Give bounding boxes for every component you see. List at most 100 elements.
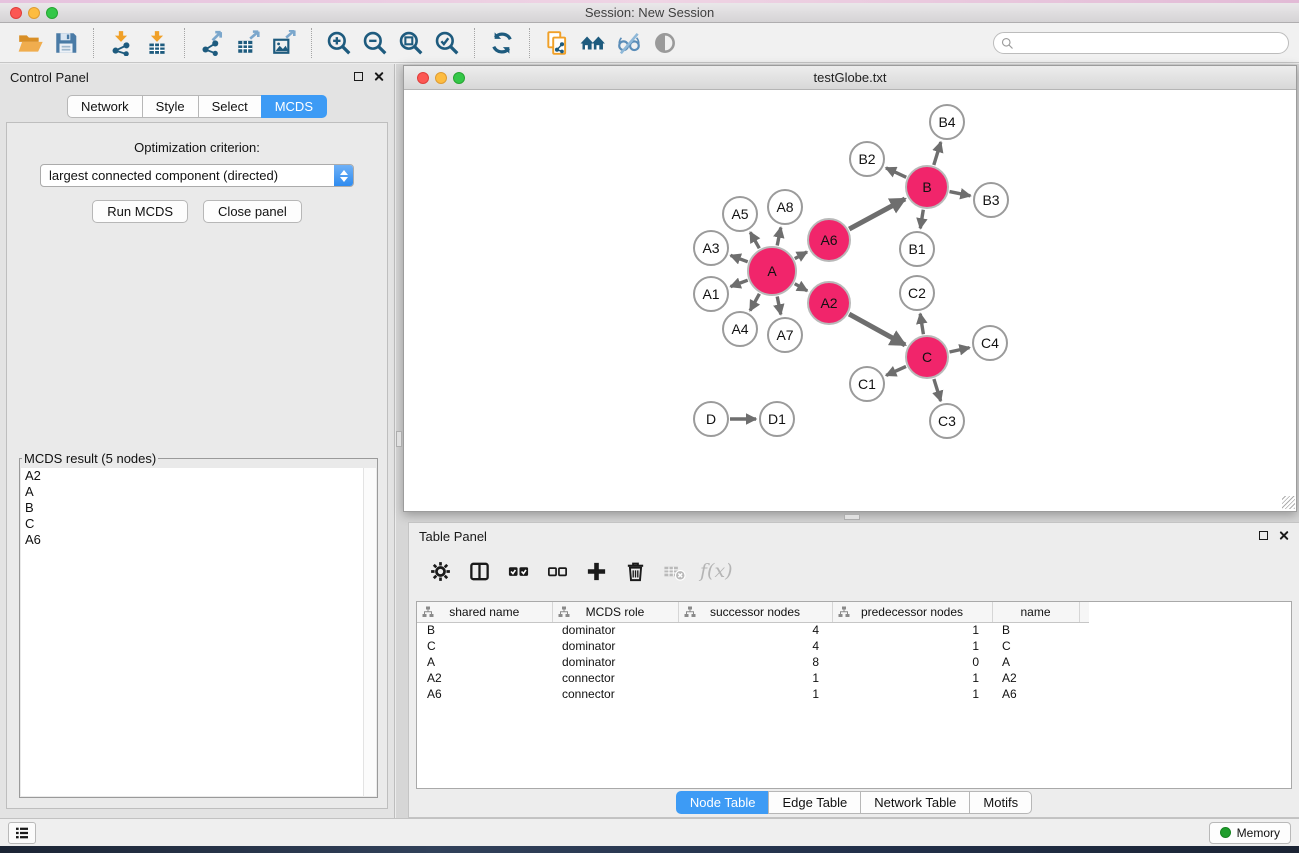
column-header-shared-name[interactable]: shared name <box>417 602 552 622</box>
birdseye-view-icon[interactable] <box>647 27 683 59</box>
graph-node-C2[interactable]: C2 <box>899 275 935 311</box>
graph-node-A8[interactable]: A8 <box>767 189 803 225</box>
result-item[interactable]: A <box>21 484 376 500</box>
table-tab-node-table[interactable]: Node Table <box>676 791 770 814</box>
graph-node-C3[interactable]: C3 <box>929 403 965 439</box>
graph-node-A5[interactable]: A5 <box>722 196 758 232</box>
table-row[interactable]: Bdominator41B <box>417 622 1089 638</box>
resize-grip[interactable] <box>1282 496 1295 509</box>
graph-node-A[interactable]: A <box>747 246 797 296</box>
graph-node-B2[interactable]: B2 <box>849 141 885 177</box>
edge-A2-C[interactable] <box>849 314 905 345</box>
zoom-out-icon[interactable] <box>357 27 393 59</box>
graph-node-A4[interactable]: A4 <box>722 311 758 347</box>
edge-A-A8[interactable] <box>777 228 781 246</box>
result-item[interactable]: B <box>21 500 376 516</box>
graph-node-D1[interactable]: D1 <box>759 401 795 437</box>
graph-node-B4[interactable]: B4 <box>929 104 965 140</box>
close-panel-icon[interactable] <box>373 71 384 82</box>
graph-node-A2[interactable]: A2 <box>807 281 851 325</box>
result-item[interactable]: A6 <box>21 532 376 548</box>
network-minimize-button[interactable] <box>435 72 447 84</box>
close-window-button[interactable] <box>10 7 22 19</box>
graph-node-C4[interactable]: C4 <box>972 325 1008 361</box>
tab-select[interactable]: Select <box>198 95 262 118</box>
result-item[interactable]: A2 <box>21 468 376 484</box>
refresh-icon[interactable] <box>484 27 520 59</box>
minimize-window-button[interactable] <box>28 7 40 19</box>
delete-row-icon[interactable] <box>618 555 652 587</box>
network-close-button[interactable] <box>417 72 429 84</box>
table-tab-motifs[interactable]: Motifs <box>969 791 1032 814</box>
zoom-fit-icon[interactable] <box>393 27 429 59</box>
search-input[interactable] <box>1015 36 1288 50</box>
edge-A-A3[interactable] <box>731 255 748 261</box>
import-network-icon[interactable] <box>103 27 139 59</box>
select-all-icon[interactable] <box>501 555 535 587</box>
edge-C-C4[interactable] <box>950 348 970 352</box>
edge-B-B4[interactable] <box>934 142 941 165</box>
deselect-all-icon[interactable] <box>540 555 574 587</box>
table-row[interactable]: Adominator80A <box>417 654 1089 670</box>
export-image-icon[interactable] <box>266 27 302 59</box>
edge-A-A5[interactable] <box>750 232 759 248</box>
run-mcds-button[interactable]: Run MCDS <box>92 200 188 223</box>
network-zoom-button[interactable] <box>453 72 465 84</box>
graph-node-A6[interactable]: A6 <box>807 218 851 262</box>
column-header-successor-nodes[interactable]: successor nodes <box>678 602 832 622</box>
memory-button[interactable]: Memory <box>1209 822 1291 844</box>
edge-A-A1[interactable] <box>731 280 748 286</box>
result-item[interactable]: C <box>21 516 376 532</box>
zoom-window-button[interactable] <box>46 7 58 19</box>
export-table-icon[interactable] <box>230 27 266 59</box>
column-header-name[interactable]: name <box>992 602 1079 622</box>
graph-node-C1[interactable]: C1 <box>849 366 885 402</box>
network-canvas[interactable]: B4B2BB3A8A5A6A3B1AC2A1A2A4A7C4CC1DD1C3 <box>404 90 1296 510</box>
export-network-icon[interactable] <box>194 27 230 59</box>
graph-node-C[interactable]: C <box>905 335 949 379</box>
zoom-selected-icon[interactable] <box>429 27 465 59</box>
edge-A-A6[interactable] <box>795 252 807 259</box>
table-close-icon[interactable] <box>1278 530 1289 541</box>
task-history-button[interactable] <box>8 822 36 844</box>
float-panel-icon[interactable] <box>354 72 363 81</box>
result-list-scrollbar[interactable] <box>363 468 376 796</box>
tab-mcds[interactable]: MCDS <box>261 95 327 118</box>
table-settings-icon[interactable] <box>423 555 457 587</box>
graph-node-A1[interactable]: A1 <box>693 276 729 312</box>
edge-A-A7[interactable] <box>777 297 781 315</box>
zoom-in-icon[interactable] <box>321 27 357 59</box>
import-table-icon[interactable] <box>139 27 175 59</box>
graph-node-B1[interactable]: B1 <box>899 231 935 267</box>
edge-B-B3[interactable] <box>950 192 971 196</box>
close-panel-button[interactable]: Close panel <box>203 200 302 223</box>
edge-B-B1[interactable] <box>920 210 923 229</box>
horizontal-splitter-handle[interactable] <box>844 514 860 520</box>
tab-network[interactable]: Network <box>67 95 143 118</box>
edge-C-C3[interactable] <box>934 379 941 401</box>
table-row[interactable]: A2connector11A2 <box>417 670 1089 686</box>
open-file-icon[interactable] <box>12 27 48 59</box>
table-float-icon[interactable] <box>1259 531 1268 540</box>
hide-display-icon[interactable] <box>611 27 647 59</box>
edge-A-A4[interactable] <box>750 294 759 311</box>
tab-style[interactable]: Style <box>142 95 199 118</box>
search-field[interactable] <box>993 32 1289 54</box>
edge-A6-B[interactable] <box>849 199 905 229</box>
vertical-splitter-handle[interactable] <box>396 431 402 447</box>
criterion-dropdown[interactable]: largest connected component (directed) <box>40 164 354 187</box>
edge-A-A2[interactable] <box>795 284 808 291</box>
save-session-icon[interactable] <box>48 27 84 59</box>
clone-network-icon[interactable] <box>539 27 575 59</box>
graph-node-A7[interactable]: A7 <box>767 317 803 353</box>
toggle-columns-icon[interactable] <box>462 555 496 587</box>
column-header-predecessor-nodes[interactable]: predecessor nodes <box>832 602 992 622</box>
edge-C-C2[interactable] <box>920 314 923 335</box>
table-tab-network-table[interactable]: Network Table <box>860 791 970 814</box>
column-header-MCDS-role[interactable]: MCDS role <box>552 602 678 622</box>
graph-node-B[interactable]: B <box>905 165 949 209</box>
edge-C-C1[interactable] <box>886 366 906 375</box>
table-row[interactable]: Cdominator41C <box>417 638 1089 654</box>
home-view-icon[interactable] <box>575 27 611 59</box>
graph-node-A3[interactable]: A3 <box>693 230 729 266</box>
